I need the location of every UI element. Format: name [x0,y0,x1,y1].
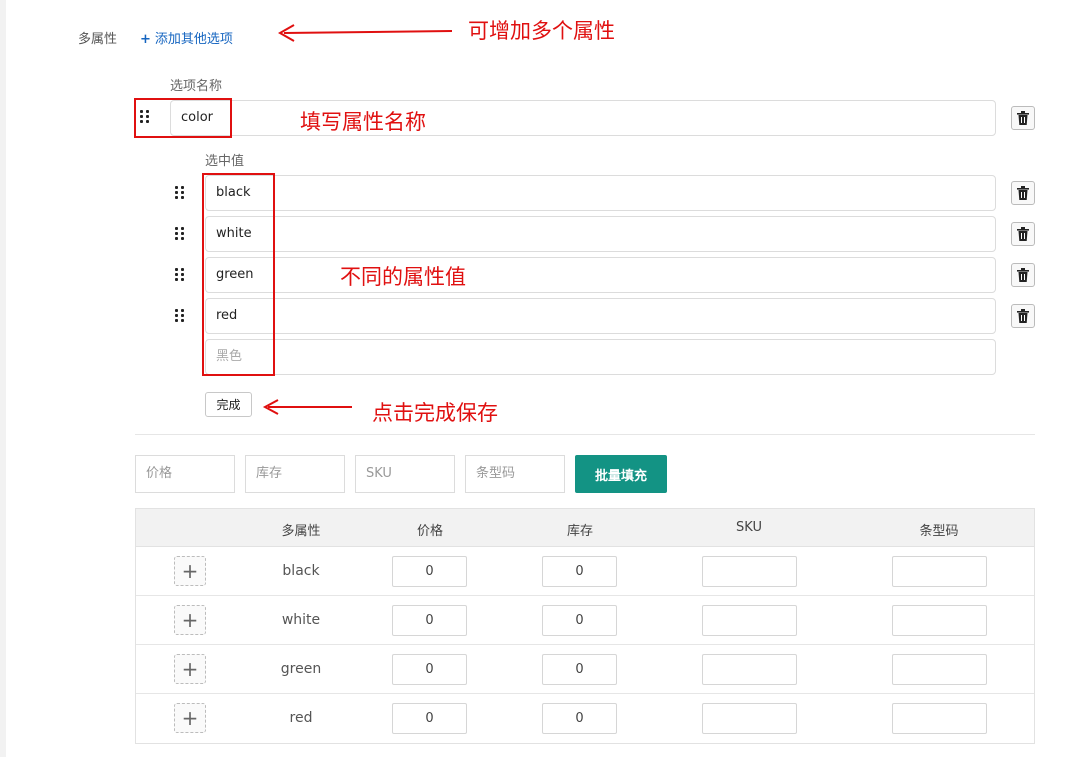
delete-option-button[interactable] [1011,106,1035,130]
bulk-stock-input[interactable]: 库存 [245,455,345,493]
column-header-stock: 库存 [566,524,594,539]
row-barcode-input[interactable] [892,654,987,685]
row-stock-input[interactable]: 0 [542,556,617,587]
plus-icon: + [181,657,199,681]
row-attr-value: red [289,710,313,726]
row-sku-input[interactable] [702,605,797,636]
plus-icon: + [181,559,199,583]
row-stock-input[interactable]: 0 [542,605,617,636]
trash-icon [1017,186,1029,200]
add-option-link[interactable]: + 添加其他选项 [140,28,233,47]
row-price-input[interactable]: 0 [392,556,467,587]
row-barcode-input[interactable] [892,605,987,636]
option-values-title: 选中值 [205,154,245,169]
row-sku-input[interactable] [702,654,797,685]
add-image-button[interactable]: + [174,703,206,733]
column-header-sku: SKU [736,520,762,535]
bulk-price-input[interactable]: 价格 [135,455,235,493]
option-value-input[interactable]: white [205,216,996,252]
left-edge-bar [0,0,6,757]
annotation-diff-values: 不同的属性值 [340,265,466,289]
option-value-input[interactable]: green [205,257,996,293]
drag-handle-icon[interactable] [175,186,191,202]
row-attr-value: white [281,612,321,628]
new-value-input[interactable]: 黑色 [205,339,996,375]
option-name-input[interactable]: color [170,100,996,136]
add-image-button[interactable]: + [174,654,206,684]
section-divider [135,434,1035,435]
row-price-input[interactable]: 0 [392,703,467,734]
add-image-button[interactable]: + [174,605,206,635]
row-price-input[interactable]: 0 [392,605,467,636]
table-row: + green 0 0 [136,645,1034,694]
table-row: + black 0 0 [136,547,1034,596]
row-price-input[interactable]: 0 [392,654,467,685]
trash-icon [1017,227,1029,241]
delete-value-button[interactable] [1011,263,1035,287]
annotation-fill-name: 填写属性名称 [300,110,426,134]
row-sku-input[interactable] [702,556,797,587]
row-attr-value: green [280,661,322,677]
row-attr-value: black [282,563,320,579]
delete-value-button[interactable] [1011,222,1035,246]
row-barcode-input[interactable] [892,556,987,587]
arrow-left-icon [262,399,352,415]
plus-icon: + [181,608,199,632]
table-row: + white 0 0 [136,596,1034,645]
drag-handle-icon[interactable] [175,268,191,284]
row-barcode-input[interactable] [892,703,987,734]
delete-value-button[interactable] [1011,304,1035,328]
table-row: + red 0 0 [136,694,1034,743]
multi-attribute-label: 多属性 [78,32,118,47]
column-header-price: 价格 [416,524,444,539]
bulk-sku-input[interactable]: SKU [355,455,455,493]
annotation-click-save: 点击完成保存 [372,401,498,425]
variant-table: 多属性 价格 库存 SKU 条型码 + black 0 0 + white 0 … [135,508,1035,744]
option-name-title: 选项名称 [170,79,223,94]
drag-handle-icon[interactable] [175,227,191,243]
bulk-barcode-input[interactable]: 条型码 [465,455,565,493]
add-image-button[interactable]: + [174,556,206,586]
table-header: 多属性 价格 库存 SKU 条型码 [136,509,1034,547]
annotation-add-multi: 可增加多个属性 [468,19,615,43]
option-value-input[interactable]: red [205,298,996,334]
delete-value-button[interactable] [1011,181,1035,205]
row-sku-input[interactable] [702,703,797,734]
add-option-link-label: 添加其他选项 [154,32,233,47]
drag-handle-icon[interactable] [138,110,154,126]
done-button[interactable]: 完成 [205,392,252,417]
plus-icon: + [140,32,151,47]
trash-icon [1017,309,1029,323]
arrow-left-icon [277,24,453,42]
trash-icon [1017,268,1029,282]
column-header-barcode: 条型码 [919,524,959,539]
row-stock-input[interactable]: 0 [542,703,617,734]
column-header-attr: 多属性 [281,524,321,539]
option-value-input[interactable]: black [205,175,996,211]
drag-handle-icon[interactable] [175,309,191,325]
plus-icon: + [181,706,199,730]
row-stock-input[interactable]: 0 [542,654,617,685]
trash-icon [1017,111,1029,125]
bulk-fill-button[interactable]: 批量填充 [575,455,667,493]
